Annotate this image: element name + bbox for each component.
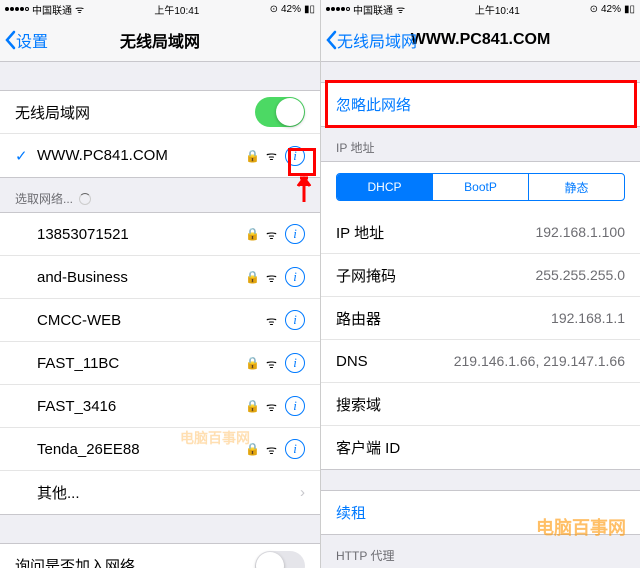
battery-icon: ▮▯	[304, 4, 315, 15]
spinner-icon	[79, 193, 91, 205]
lock-icon: 🔒	[245, 227, 260, 241]
client-id-row[interactable]: 客户端 ID	[321, 426, 640, 469]
ip-mode-segment[interactable]: DHCP BootP 静态	[336, 173, 625, 201]
chevron-right-icon: ›	[300, 484, 305, 501]
dns-row[interactable]: DNS219.146.1.66, 219.147.1.66	[321, 340, 640, 383]
status-time: 上午10:41	[475, 2, 520, 17]
network-name: and-Business	[37, 269, 239, 286]
wifi-toggle[interactable]	[255, 97, 305, 127]
ask-toggle[interactable]	[255, 551, 305, 568]
network-name: CMCC-WEB	[37, 312, 260, 329]
info-icon[interactable]: i	[285, 267, 305, 287]
wifi-signal-icon: ᯤ	[266, 355, 277, 372]
nav-bar: 设置 无线局域网	[0, 18, 320, 62]
wifi-signal-icon: ᯤ	[266, 226, 277, 243]
info-icon[interactable]: i	[285, 396, 305, 416]
network-name: WWW.PC841.COM	[37, 147, 239, 164]
status-bar: 中国联通 ᯤ 上午10:41 ⊙42%▮▯	[0, 0, 320, 18]
ask-join-row[interactable]: 询问是否加入网络	[0, 544, 320, 568]
lock-icon: 🔒	[245, 356, 260, 370]
lock-icon: 🔒	[245, 442, 260, 456]
wifi-signal-icon: ᯤ	[266, 398, 277, 415]
back-button[interactable]: 无线局域网	[325, 28, 417, 52]
other-network-row[interactable]: 其他...›	[0, 471, 320, 514]
info-icon[interactable]: i	[285, 439, 305, 459]
seg-bootp[interactable]: BootP	[433, 174, 529, 200]
wifi-label: 无线局域网	[15, 102, 255, 123]
choose-network-header: 选取网络...	[0, 178, 320, 212]
seg-static[interactable]: 静态	[529, 174, 624, 200]
network-name: FAST_11BC	[37, 355, 239, 372]
lock-icon: 🔒	[245, 399, 260, 413]
wifi-signal-icon: ᯤ	[266, 441, 277, 458]
lock-icon: 🔒	[245, 270, 260, 284]
search-domain-row[interactable]: 搜索域	[321, 383, 640, 426]
network-row[interactable]: and-Business 🔒 ᯤi	[0, 256, 320, 299]
back-button[interactable]: 设置	[4, 28, 48, 52]
status-bar: 中国联通 ᯤ 上午10:41 ⊙42%▮▯	[321, 0, 640, 18]
nav-bar: 无线局域网 WWW.PC841.COM	[321, 18, 640, 62]
router-row: 路由器192.168.1.1	[321, 297, 640, 340]
ip-section-header: IP 地址	[321, 127, 640, 161]
network-row[interactable]: Tenda_26EE88 🔒 ᯤi	[0, 428, 320, 471]
network-row[interactable]: FAST_3416 🔒 ᯤi	[0, 385, 320, 428]
network-name: Tenda_26EE88	[37, 441, 239, 458]
forget-network-button[interactable]: 忽略此网络	[321, 83, 640, 126]
network-row[interactable]: FAST_11BC 🔒 ᯤi	[0, 342, 320, 385]
info-icon[interactable]: i	[285, 353, 305, 373]
wifi-icon: ᯤ	[396, 2, 405, 16]
battery-icon: ▮▯	[624, 4, 635, 15]
info-icon[interactable]: i	[285, 224, 305, 244]
network-name: 13853071521	[37, 226, 239, 243]
wifi-signal-icon: ᯤ	[266, 312, 277, 329]
wifi-signal-icon: ᯤ	[266, 147, 277, 164]
seg-dhcp[interactable]: DHCP	[337, 174, 433, 200]
renew-lease-button[interactable]: 续租	[321, 491, 640, 534]
status-time: 上午10:41	[154, 2, 199, 17]
network-name: FAST_3416	[37, 398, 239, 415]
network-row[interactable]: 13853071521 🔒 ᯤi	[0, 213, 320, 256]
network-row[interactable]: CMCC-WEB ᯤi	[0, 299, 320, 342]
http-proxy-header: HTTP 代理	[321, 535, 640, 568]
check-icon: ✓	[15, 147, 29, 165]
wifi-icon: ᯤ	[75, 2, 84, 16]
connected-network-row[interactable]: ✓ WWW.PC841.COM 🔒 ᯤ i	[0, 134, 320, 177]
info-icon[interactable]: i	[285, 146, 305, 166]
lock-icon: 🔒	[245, 149, 260, 163]
info-icon[interactable]: i	[285, 310, 305, 330]
wifi-signal-icon: ᯤ	[266, 269, 277, 286]
ip-address-row: IP 地址192.168.1.100	[321, 211, 640, 254]
subnet-row: 子网掩码255.255.255.0	[321, 254, 640, 297]
wifi-toggle-row[interactable]: 无线局域网	[0, 91, 320, 134]
